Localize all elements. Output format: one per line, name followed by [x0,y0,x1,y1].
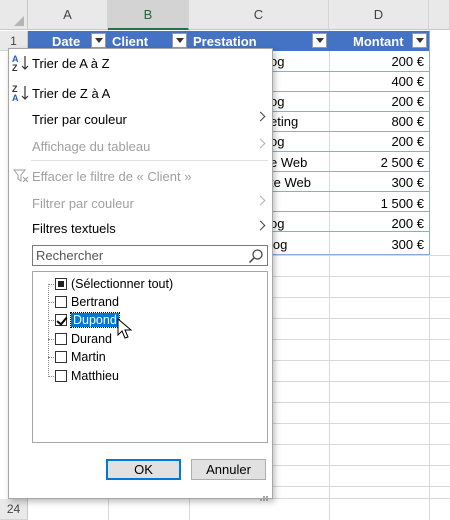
table-cell-montant[interactable]: 200 € [329,91,429,111]
filter-by-color-label: Filtrer par couleur [32,195,134,211]
column-header-c[interactable]: C [189,0,329,30]
table-cell-montant[interactable]: 200 € [329,51,429,71]
sort-desc-label: Trier de Z à A [32,85,111,101]
search-input[interactable]: Rechercher [32,245,268,266]
list-item-label: Martin [71,350,106,364]
checkbox[interactable] [55,296,67,308]
clear-filter-icon [12,169,29,183]
sort-desc-icon: ZA [11,83,31,103]
chevron-right-icon [255,138,266,149]
sort-asc-label: Trier de A à Z [32,55,110,71]
list-item-select-all[interactable]: (Sélectionner tout) [55,275,173,293]
header-label-client: Client [112,33,149,49]
list-item[interactable]: Martin [55,348,106,366]
resize-grip-icon[interactable] [259,490,269,501]
column-header-d[interactable]: D [329,0,429,30]
menu-item-clear-filter: Effacer le filtre de « Client » [9,165,272,187]
svg-text:A: A [12,93,19,103]
table-cell-montant[interactable]: 200 € [329,213,429,233]
checkbox[interactable] [55,351,67,363]
header-label-montant: Montant [353,33,404,49]
header-label-date: Date [52,33,81,49]
menu-item-sort-desc[interactable]: ZA Trier de Z à A [9,82,272,104]
list-item-label: Bertrand [71,295,119,309]
list-item[interactable]: Bertrand [55,293,119,311]
table-view-label: Affichage du tableau [32,138,151,154]
menu-item-table-view: Affichage du tableau [9,135,272,157]
chevron-right-icon [255,195,266,206]
checkbox-select-all[interactable] [55,278,67,290]
table-cell-montant[interactable]: 1 500 € [329,193,429,213]
table-cell-montant[interactable]: 300 € [329,234,429,254]
autofilter-panel: AZ Trier de A à Z ZA Trier de Z à A Trie… [8,48,273,501]
svg-text:Z: Z [12,63,18,73]
table-cell-montant[interactable]: 800 € [329,111,429,131]
list-item[interactable]: Durand [55,330,112,348]
filter-dropdown-client[interactable] [172,33,187,48]
menu-item-text-filters[interactable]: Filtres textuels [9,217,272,239]
list-item[interactable]: Dupond [55,311,120,329]
search-placeholder: Rechercher [36,248,104,263]
clear-filter-label: Effacer le filtre de « Client » [32,168,192,184]
sort-by-color-label: Trier par couleur [32,111,127,127]
row-header-24[interactable]: 24 [0,499,28,520]
filter-dropdown-montant[interactable] [412,33,427,48]
filter-dropdown-prestation[interactable] [312,33,327,48]
column-header-a[interactable]: A [28,0,108,30]
text-filters-label: Filtres textuels [32,220,116,236]
chevron-right-icon [255,111,266,122]
table-cell-prestation[interactable]: e Web [270,152,307,172]
table-cell-montant[interactable]: 200 € [329,131,429,151]
sort-asc-icon: AZ [11,53,31,73]
table-cell-prestation[interactable]: te Web [270,172,311,192]
column-header-e[interactable] [429,0,450,30]
filter-values-list[interactable]: (Sélectionner tout) Bertrand Dupond Dura… [32,271,268,443]
checkbox[interactable] [55,333,67,345]
checkbox[interactable] [55,314,67,326]
column-header-b[interactable]: B [108,0,189,30]
header-label-prestation: Prestation [193,33,257,49]
list-item[interactable]: Matthieu [55,367,119,385]
checkbox[interactable] [55,370,67,382]
mouse-cursor-icon [117,317,133,340]
menu-item-sort-asc[interactable]: AZ Trier de A à Z [9,52,272,74]
table-cell-montant[interactable]: 400 € [329,71,429,91]
cancel-button[interactable]: Annuler [191,459,266,480]
header-cell-montant[interactable]: Montant [329,31,429,51]
chevron-right-icon [255,220,266,231]
select-all-corner[interactable] [0,0,28,30]
menu-item-sort-by-color[interactable]: Trier par couleur [9,108,272,130]
table-cell-prestation[interactable]: eting [270,111,298,131]
list-item-label: (Sélectionner tout) [71,277,174,291]
table-cell-montant[interactable]: 300 € [329,172,429,192]
list-item-label: Durand [71,332,112,346]
ok-button[interactable]: OK [106,459,181,480]
search-icon[interactable] [248,248,264,264]
list-item-label: Matthieu [71,369,119,383]
table-cell-montant[interactable]: 2 500 € [329,152,429,172]
menu-item-filter-by-color: Filtrer par couleur [9,192,272,214]
list-item-label: Dupond [70,312,120,328]
filter-dropdown-date[interactable] [91,33,106,48]
